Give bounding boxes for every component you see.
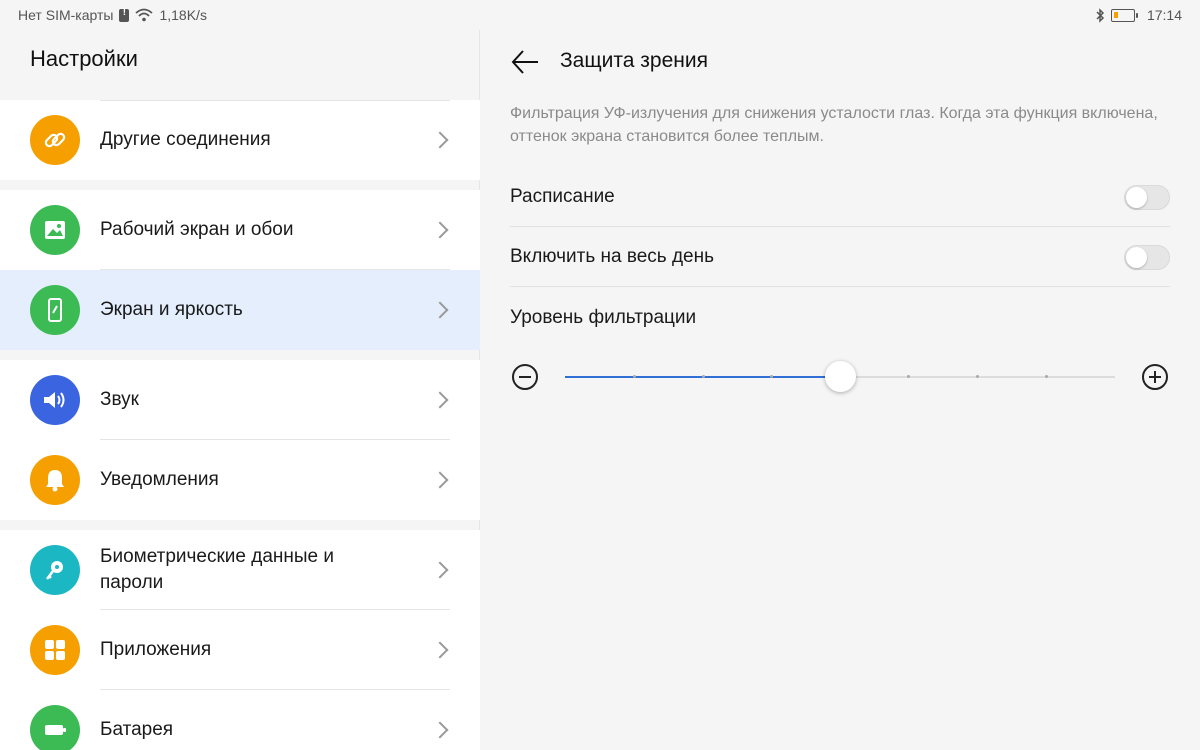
all-day-row[interactable]: Включить на весь день (510, 227, 1170, 287)
chevron-right-icon (431, 561, 449, 579)
image-icon (30, 205, 80, 255)
settings-group-connections: Другие соединения (0, 100, 480, 180)
status-bar: Нет SIM-карты 1,18K/s 17:14 (0, 0, 1200, 30)
sidebar-item-home-screen[interactable]: Рабочий экран и обои (0, 190, 480, 270)
wifi-icon (135, 8, 154, 22)
network-speed: 1,18K/s (159, 7, 207, 23)
back-arrow-icon[interactable] (510, 48, 540, 76)
schedule-toggle[interactable] (1124, 185, 1170, 210)
settings-group-display: Рабочий экран и обои Экран и яркость (0, 190, 480, 350)
sidebar-item-sound[interactable]: Звук (0, 360, 480, 440)
sidebar-item-label: Биометрические данные и пароли (100, 546, 335, 593)
clock: 17:14 (1146, 7, 1182, 23)
apps-grid-icon (30, 625, 80, 675)
sidebar-item-notifications[interactable]: Уведомления (0, 440, 480, 520)
slider-tick (770, 375, 773, 378)
slider-tick (1045, 375, 1048, 378)
phone-brightness-icon (30, 285, 80, 335)
sidebar-item-other-connections[interactable]: Другие соединения (0, 100, 480, 180)
chevron-right-icon (431, 301, 449, 319)
eye-comfort-pane: Защита зрения Фильтрация УФ-излучения дл… (480, 30, 1200, 750)
battery-icon (30, 705, 80, 750)
settings-list-pane: Настройки Другие соединения Рабочий экра… (0, 30, 480, 750)
sidebar-item-label: Приложения (100, 639, 212, 660)
sidebar-item-label: Другие соединения (100, 129, 271, 150)
slider-tick (976, 375, 979, 378)
all-day-label: Включить на весь день (510, 246, 715, 267)
sidebar-item-battery[interactable]: Батарея (0, 690, 480, 750)
page-title: Защита зрения (560, 49, 708, 72)
slider-tick (633, 375, 636, 378)
slider-tick (702, 375, 705, 378)
settings-group-sound: Звук Уведомления (0, 360, 480, 520)
settings-group-security: Биометрические данные и пароли Приложени… (0, 530, 480, 750)
slider-tick (907, 375, 910, 378)
minus-circle-icon[interactable] (512, 364, 538, 390)
plus-circle-icon[interactable] (1142, 364, 1168, 390)
sidebar-item-label: Экран и яркость (100, 299, 243, 320)
sidebar-item-label: Уведомления (100, 469, 219, 490)
all-day-toggle[interactable] (1124, 245, 1170, 270)
sidebar-item-apps[interactable]: Приложения (0, 610, 480, 690)
chevron-right-icon (431, 131, 449, 149)
sidebar-item-display-brightness[interactable]: Экран и яркость (0, 270, 480, 350)
sidebar-item-label: Рабочий экран и обои (100, 219, 294, 240)
chevron-right-icon (431, 391, 449, 409)
chevron-right-icon (431, 641, 449, 659)
filter-level-label: Уровень фильтрации (510, 307, 697, 328)
battery-status-icon (1110, 8, 1138, 22)
schedule-row[interactable]: Расписание (510, 167, 1170, 227)
sidebar-item-label: Звук (100, 389, 139, 410)
chevron-right-icon (431, 221, 449, 239)
sidebar-item-label: Батарея (100, 719, 174, 740)
feature-description: Фильтрация УФ-излучения для снижения уст… (510, 105, 1158, 145)
sim-alert-icon (119, 7, 130, 22)
chevron-right-icon (431, 471, 449, 489)
settings-title: Настройки (30, 46, 138, 71)
speaker-icon (30, 375, 80, 425)
sim-status: Нет SIM-карты (18, 7, 114, 23)
chevron-right-icon (431, 721, 449, 739)
slider-thumb[interactable] (825, 361, 856, 392)
schedule-label: Расписание (510, 186, 615, 207)
link-icon (30, 115, 80, 165)
filter-level-slider[interactable] (565, 361, 1115, 392)
sidebar-item-biometrics[interactable]: Биометрические данные и пароли (0, 530, 480, 610)
bell-icon (30, 455, 80, 505)
key-icon (30, 545, 80, 595)
bluetooth-icon (1096, 7, 1105, 23)
